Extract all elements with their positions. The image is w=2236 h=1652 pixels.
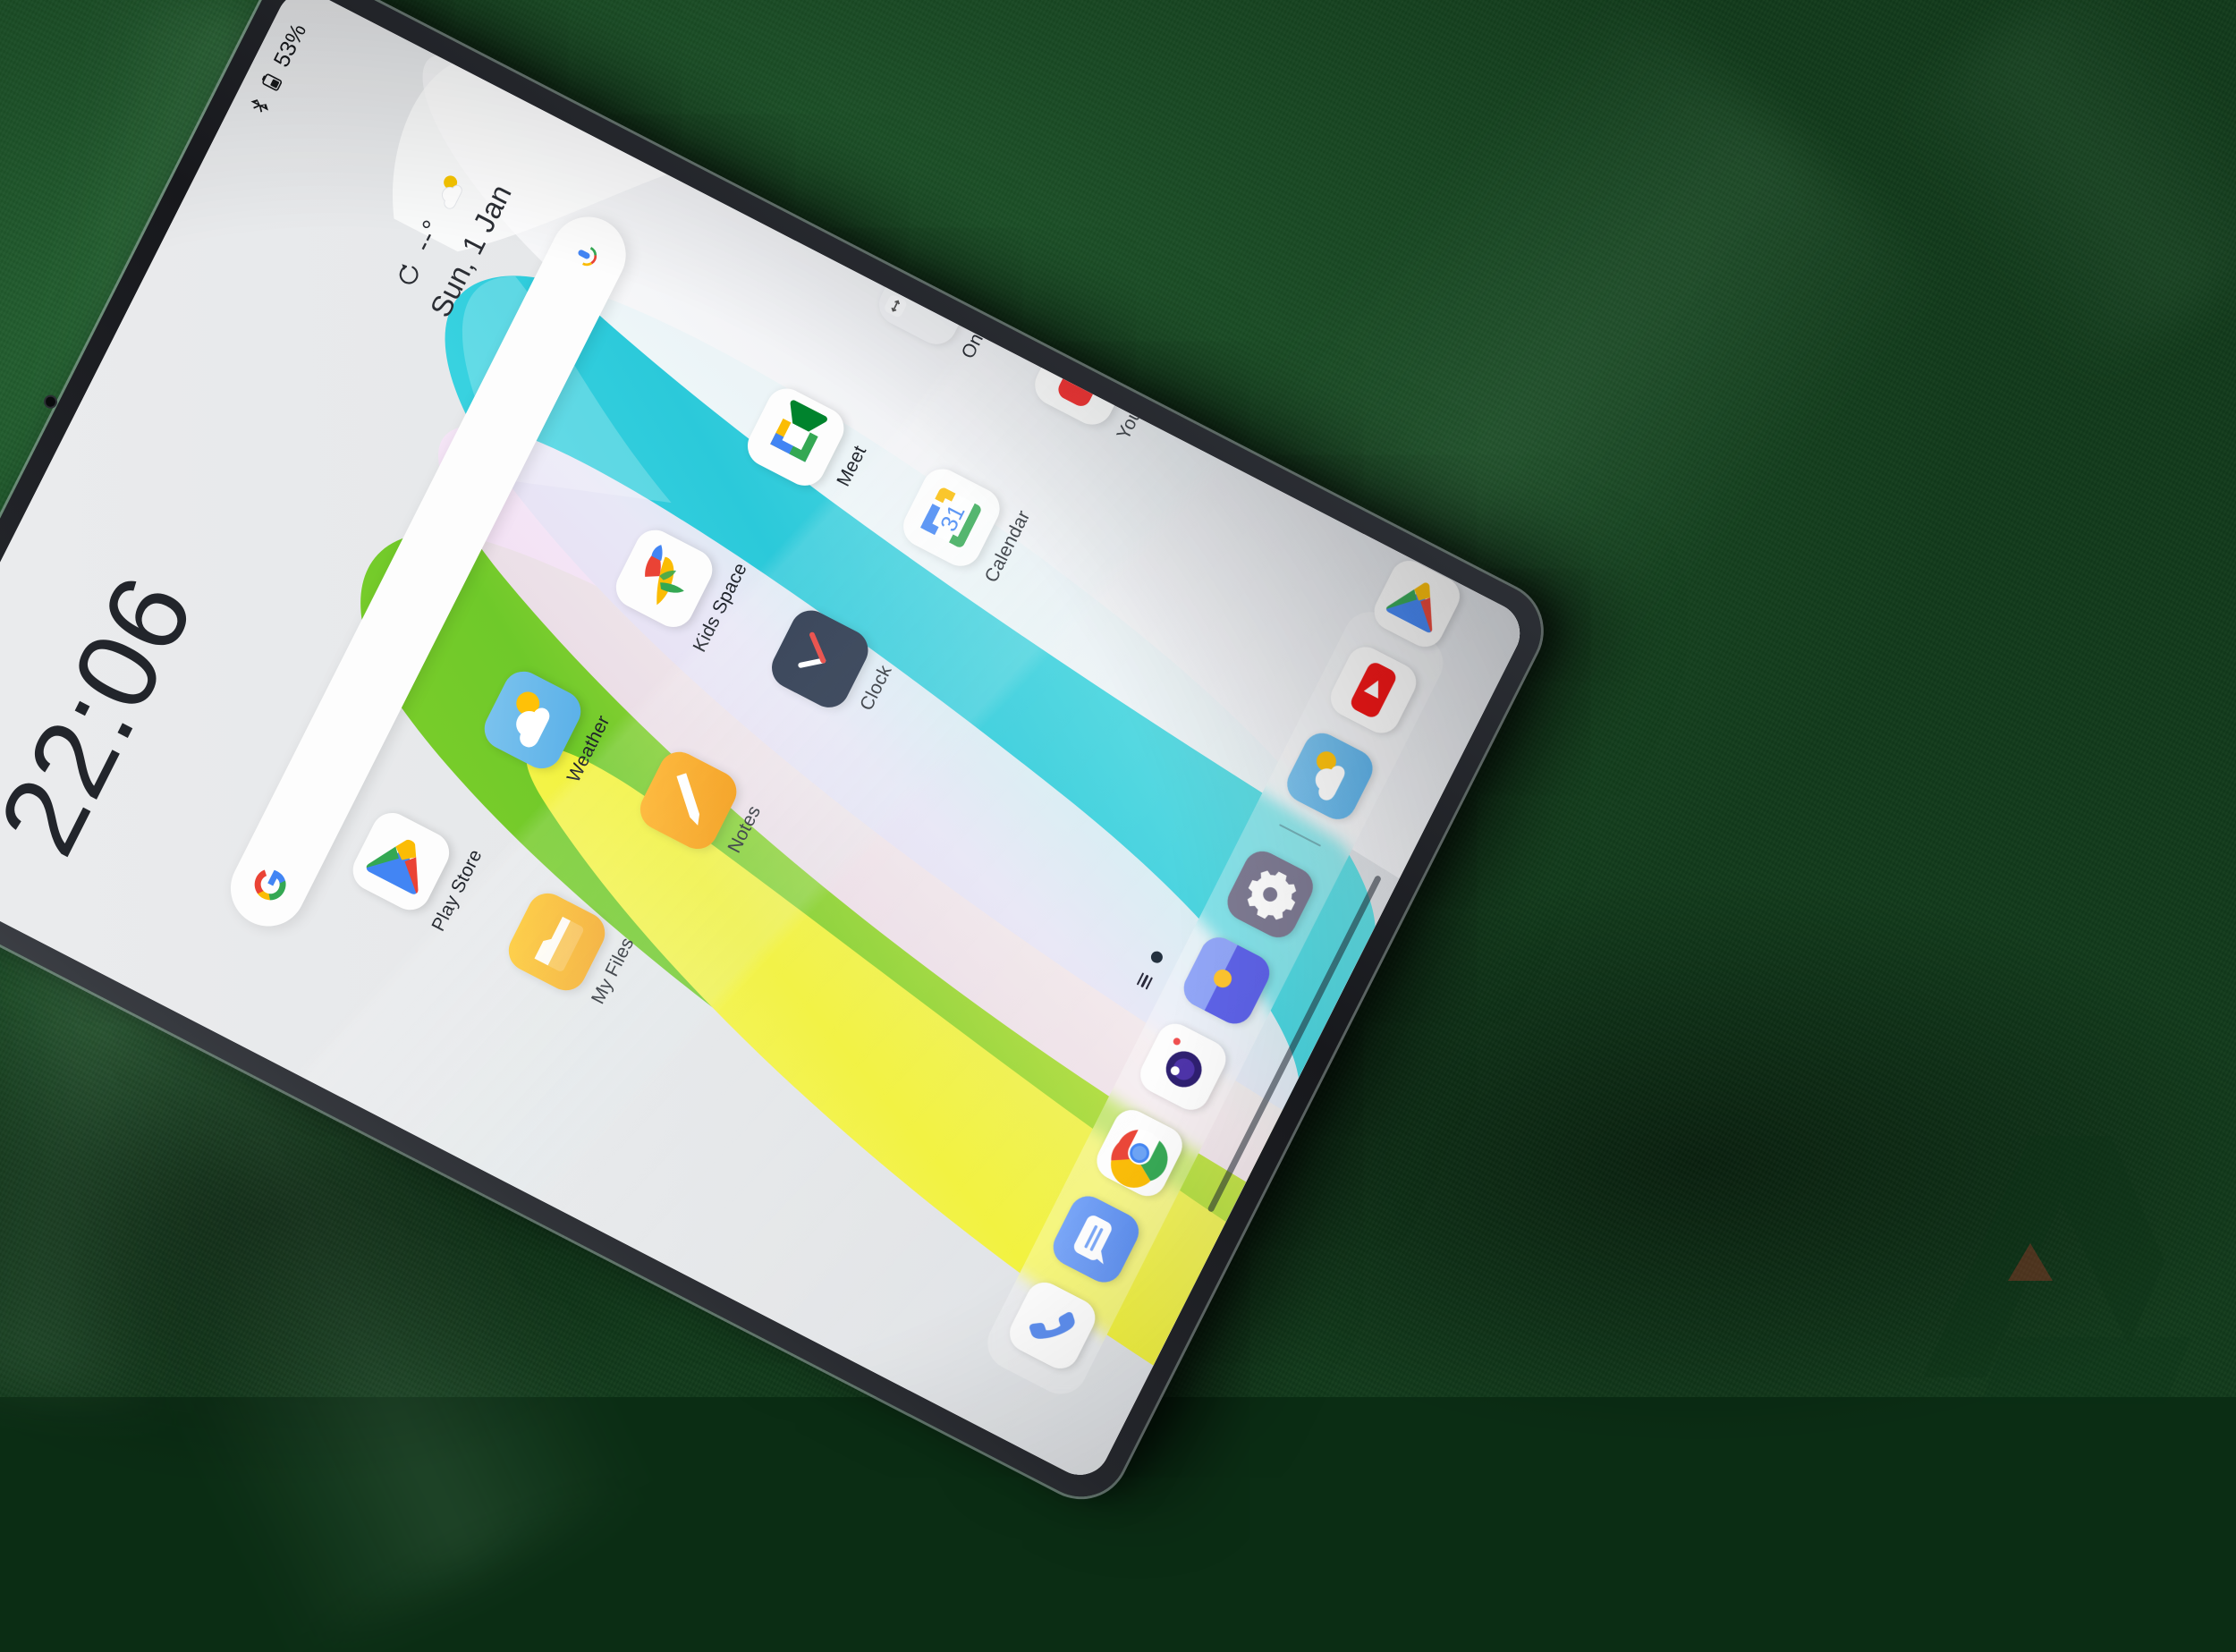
- battery-icon: [258, 70, 284, 94]
- app-kids-space[interactable]: Kids Space: [597, 500, 760, 673]
- phone-icon[interactable]: [1004, 1276, 1102, 1376]
- dock-divider: [1279, 824, 1321, 847]
- weather-icon[interactable]: [1281, 726, 1379, 826]
- app-weather[interactable]: Weather: [466, 641, 629, 814]
- fabric-fold: [1879, 0, 2236, 394]
- battery-percentage: 53%: [268, 20, 311, 72]
- messages-icon[interactable]: [1046, 1190, 1145, 1289]
- youtube-icon[interactable]: [1325, 640, 1423, 740]
- oneplus-switch-icon: [883, 293, 908, 318]
- chrome-icon[interactable]: [1090, 1104, 1189, 1203]
- gallery-icon[interactable]: [1178, 931, 1276, 1030]
- app-meet[interactable]: Meet: [729, 359, 892, 531]
- app-notes[interactable]: Notes: [622, 722, 784, 894]
- app-my-files[interactable]: My Files: [490, 863, 653, 1036]
- google-assistant-mic-icon[interactable]: [568, 237, 606, 275]
- bluetooth-icon: [246, 94, 272, 118]
- settings-gear-icon[interactable]: [1221, 845, 1319, 945]
- google-g-icon: [248, 861, 293, 907]
- app-play-store[interactable]: Play Store: [335, 783, 497, 955]
- app-calendar[interactable]: 31 Calendar: [885, 439, 1047, 612]
- camera-icon[interactable]: [1134, 1017, 1232, 1116]
- app-clock[interactable]: Clock: [753, 580, 916, 753]
